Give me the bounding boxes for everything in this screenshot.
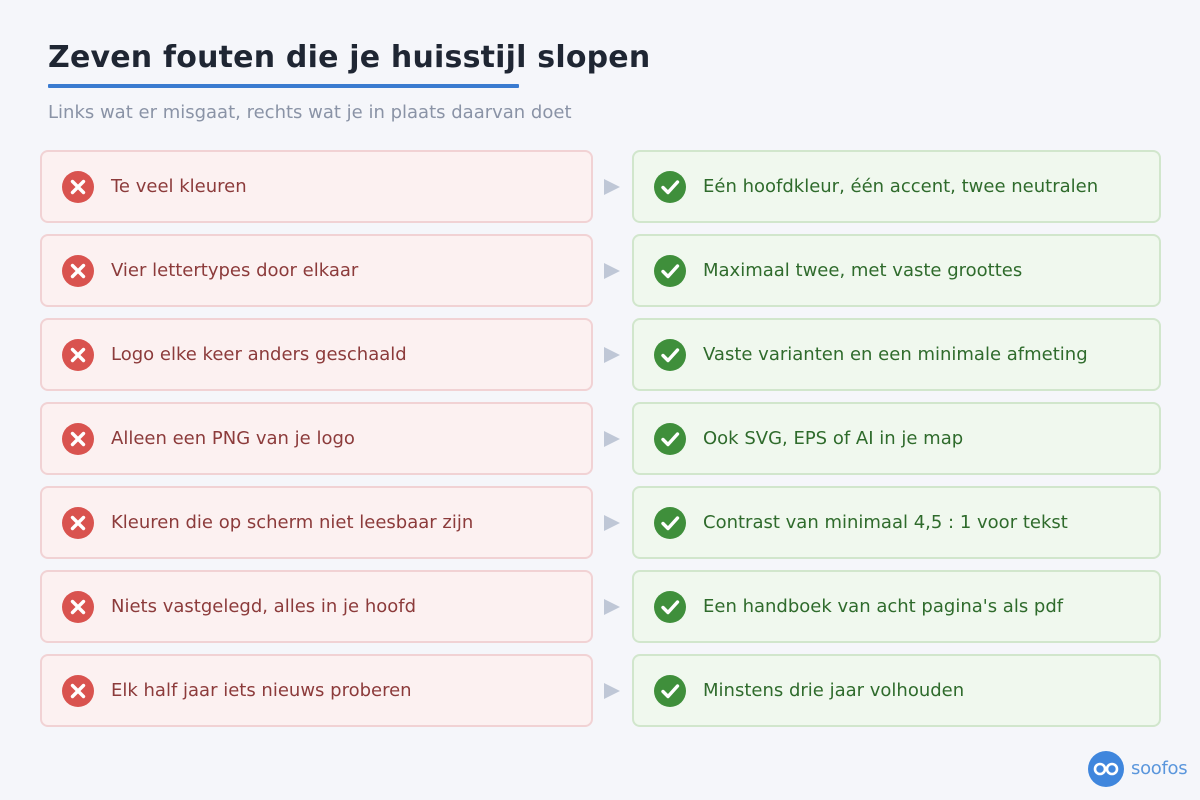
triangle-right-icon: [604, 179, 620, 195]
brand-name: soofos: [1131, 758, 1188, 779]
fix-text: Maximaal twee, met vaste groottes: [703, 259, 1023, 281]
fix-card: Eén hoofdkleur, één accent, twee neutral…: [632, 150, 1161, 223]
mistake-text: Kleuren die op scherm niet leesbaar zijn: [111, 511, 474, 533]
mistake-card: Kleuren die op scherm niet leesbaar zijn: [40, 486, 593, 559]
comparison-row: Logo elke keer anders geschaald Vaste va…: [40, 318, 1161, 395]
check-circle-icon: [654, 254, 686, 287]
x-circle-icon: [62, 674, 94, 707]
mistake-text: Elk half jaar iets nieuws proberen: [111, 679, 412, 701]
comparison-row: Elk half jaar iets nieuws proberen Minst…: [40, 654, 1161, 731]
fix-text: Een handboek van acht pagina's als pdf: [703, 595, 1064, 617]
glasses-icon: [1088, 751, 1124, 787]
mistake-text: Vier lettertypes door elkaar: [111, 259, 359, 281]
mistake-text: Niets vastgelegd, alles in je hoofd: [111, 595, 417, 617]
comparison-row: Vier lettertypes door elkaar Maximaal tw…: [40, 234, 1161, 311]
comparison-list: Te veel kleuren Eén hoofdkleur, één acce…: [40, 150, 1161, 738]
x-circle-icon: [62, 590, 94, 623]
triangle-right-icon: [604, 347, 620, 363]
x-circle-icon: [62, 338, 94, 371]
triangle-right-icon: [604, 683, 620, 699]
fix-card: Een handboek van acht pagina's als pdf: [632, 570, 1161, 643]
triangle-right-icon: [604, 515, 620, 531]
page-subtitle: Links wat er misgaat, rechts wat je in p…: [48, 102, 572, 123]
mistake-card: Vier lettertypes door elkaar: [40, 234, 593, 307]
comparison-row: Niets vastgelegd, alles in je hoofd Een …: [40, 570, 1161, 647]
fix-card: Contrast van minimaal 4,5 : 1 voor tekst: [632, 486, 1161, 559]
comparison-row: Alleen een PNG van je logo Ook SVG, EPS …: [40, 402, 1161, 479]
check-circle-icon: [654, 170, 686, 203]
page-title: Zeven fouten die je huisstijl slopen: [48, 40, 651, 75]
check-circle-icon: [654, 506, 686, 539]
brand-logo: soofos: [1088, 751, 1188, 787]
check-circle-icon: [654, 338, 686, 371]
triangle-right-icon: [604, 263, 620, 279]
triangle-right-icon: [604, 599, 620, 615]
fix-text: Minstens drie jaar volhouden: [703, 679, 965, 701]
fix-text: Ook SVG, EPS of AI in je map: [703, 427, 964, 449]
check-circle-icon: [654, 422, 686, 455]
fix-card: Ook SVG, EPS of AI in je map: [632, 402, 1161, 475]
mistake-text: Logo elke keer anders geschaald: [111, 343, 407, 365]
x-circle-icon: [62, 422, 94, 455]
mistake-text: Te veel kleuren: [111, 175, 247, 197]
check-circle-icon: [654, 674, 686, 707]
fix-text: Vaste varianten en een minimale afmeting: [703, 343, 1088, 365]
title-underline: [48, 84, 519, 88]
x-circle-icon: [62, 254, 94, 287]
check-circle-icon: [654, 590, 686, 623]
mistake-card: Alleen een PNG van je logo: [40, 402, 593, 475]
mistake-card: Niets vastgelegd, alles in je hoofd: [40, 570, 593, 643]
comparison-row: Te veel kleuren Eén hoofdkleur, één acce…: [40, 150, 1161, 227]
mistake-card: Logo elke keer anders geschaald: [40, 318, 593, 391]
fix-text: Contrast van minimaal 4,5 : 1 voor tekst: [703, 511, 1068, 533]
mistake-card: Elk half jaar iets nieuws proberen: [40, 654, 593, 727]
fix-card: Minstens drie jaar volhouden: [632, 654, 1161, 727]
triangle-right-icon: [604, 431, 620, 447]
mistake-card: Te veel kleuren: [40, 150, 593, 223]
fix-text: Eén hoofdkleur, één accent, twee neutral…: [703, 175, 1099, 197]
mistake-text: Alleen een PNG van je logo: [111, 427, 355, 449]
fix-card: Maximaal twee, met vaste groottes: [632, 234, 1161, 307]
x-circle-icon: [62, 506, 94, 539]
fix-card: Vaste varianten en een minimale afmeting: [632, 318, 1161, 391]
comparison-row: Kleuren die op scherm niet leesbaar zijn…: [40, 486, 1161, 563]
x-circle-icon: [62, 170, 94, 203]
